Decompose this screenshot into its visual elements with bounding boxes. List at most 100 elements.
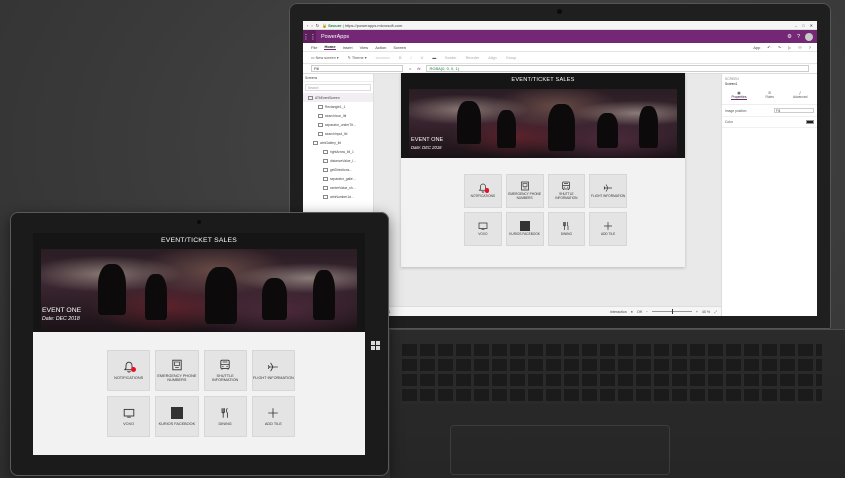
event-date: Date: DEC 2018 [411,144,442,150]
minimize-icon[interactable]: – [795,23,797,28]
color-row: Color [722,117,817,128]
tile-emergency-phone-numbers[interactable]: EMERGENCY PHONE NUMBERS [155,350,199,391]
notification-badge [484,188,490,193]
forward-icon[interactable]: › [311,23,312,28]
facebook-icon: f [519,221,530,232]
help-question-icon[interactable]: ? [809,45,811,50]
app-preview-laptop[interactable]: EVENT/TICKET SALES EVENT ONE Date: DEC 201… [401,73,685,267]
tree-node[interactable]: atmNumber1d… [303,192,373,201]
control-icon [318,104,323,109]
interaction-toggle[interactable]: ● [631,310,633,314]
underline-icon[interactable]: U [421,56,424,60]
bold-icon[interactable]: B [399,56,402,60]
undo-icon[interactable]: ↶ [767,45,770,50]
font-dropdown[interactable]: ▭▭▭▭ [376,55,390,60]
fork-knife-icon [219,407,231,419]
tile-flight-information[interactable]: FLIGHT INFORMATION [251,350,295,391]
zoom-slider[interactable] [651,309,692,314]
bell-icon [478,183,490,193]
event-date: Date: DEC 2018 [42,315,80,322]
tree-node[interactable]: searchIcon_lbl [303,111,373,120]
refresh-icon[interactable]: ↻ [316,23,319,28]
monitor-icon [123,407,135,419]
avatar[interactable] [805,32,813,41]
tree-node[interactable]: centerValue_sh… [303,183,373,192]
tile-voxo[interactable]: VOXO [464,212,502,246]
align-button[interactable]: Align [488,56,496,60]
zoom-out-icon[interactable]: − [646,310,648,314]
tree-node[interactable]: rightArrow_lbl_1 [303,147,373,156]
tab-action[interactable]: Action [375,45,386,50]
formula-input[interactable]: RGBA(0, 0, 0, 1) [426,65,809,72]
windows-logo-icon[interactable] [371,341,380,350]
app-launcher-icon[interactable]: ⋮⋮ [303,30,317,43]
properties-panel: SCREEN Screen1 ▦ Properties ☰ Rules ƒ Advan… [721,74,817,316]
tab-home[interactable]: Home [324,44,336,50]
tab-insert[interactable]: Insert [343,45,353,50]
notification-badge [131,367,137,373]
fx-icon[interactable]: fx [417,66,420,71]
settings-icon[interactable]: ⚙ [787,34,792,40]
redo-icon[interactable]: ↷ [778,45,781,50]
tile-dining[interactable]: DINING [203,396,247,437]
control-icon [323,149,328,154]
property-dropdown[interactable]: Fill [311,65,403,72]
event-banner: EVENT/TICKET SALES EVENT ONE Date: DEC 201… [401,73,685,158]
tab-advanced[interactable]: ƒ Advanced [793,91,808,100]
tile-kurios-facebook[interactable]: f KURIOS FACEBOOK [155,396,199,437]
tile-add-tile[interactable]: ADD TILE [251,396,295,437]
tile-flight-information[interactable]: FLIGHT INFORMATION [589,174,627,208]
new-screen-button[interactable]: ▭ New screen ▾ [311,55,339,60]
play-icon[interactable]: ▷ [788,45,791,50]
tile-emergency-phone-numbers[interactable]: EMERGENCY PHONE NUMBERS [505,174,544,208]
design-canvas[interactable]: EVENT/TICKET SALES EVENT ONE Date: DEC 201… [374,73,721,316]
tab-view[interactable]: View [360,45,369,50]
tile-notifications[interactable]: NOTIFICATIONS [107,350,151,391]
tree-node[interactable]: searchInput_lbl [303,129,373,138]
control-icon [308,95,313,100]
concert-photo [409,89,677,158]
back-icon[interactable]: ‹ [307,23,308,28]
tree-node[interactable]: atmGallery_lbl [303,138,373,147]
tree-node[interactable]: distanceValue_l… [303,156,373,165]
tile-shuttle-information[interactable]: SHUTTLE INFORMATION [547,174,586,208]
zoom-in-icon[interactable]: + [696,310,698,314]
border-button[interactable]: Border [445,56,456,60]
tab-file[interactable]: File [311,45,317,50]
tile-label: ADD TILE [600,232,616,237]
tab-properties[interactable]: ▦ Properties [731,91,747,100]
tile-shuttle-information[interactable]: SHUTTLE INFORMATION [203,350,247,391]
fill-icon[interactable]: ▬ [432,56,436,60]
tree-node[interactable]: getDirections… [303,165,373,174]
reorder-button[interactable]: Reorder [466,56,480,60]
control-icon [318,122,323,127]
app-checker-label[interactable]: App [753,45,760,50]
tab-rules[interactable]: ☰ Rules [765,91,773,100]
tile-add-tile[interactable]: ADD TILE [589,212,627,246]
italic-icon[interactable]: / [411,56,412,60]
group-button[interactable]: Group [506,56,517,60]
maximize-icon[interactable]: □ [802,23,804,28]
color-picker-icon[interactable] [806,120,814,124]
tree-search-input[interactable]: Search [305,84,371,91]
image-position-dropdown[interactable]: Fill [774,108,814,113]
tree-node[interactable]: separator_galle… [303,174,373,183]
fit-screen-icon[interactable]: ⤢ [714,310,717,314]
app-preview-tablet[interactable]: EVENT/TICKET SALES EVENT ONE Date: DEC 201… [33,233,365,455]
tree-node[interactable]: Rectangle1_1 [303,102,373,111]
close-icon[interactable]: ✕ [810,23,813,28]
tree-node[interactable]: ATbEventScreen [303,93,373,102]
tile-kurios-facebook[interactable]: f KURIOS FACEBOOK [505,212,544,246]
help-icon[interactable]: ? [797,34,800,40]
performer-silhouette [312,269,335,320]
theme-button[interactable]: ✎ Theme ▾ [348,55,367,60]
address-bar[interactable]: 🔒 Secure | https://powerapps.microsoft.c… [322,23,792,28]
tile-voxo[interactable]: VOXO [107,396,151,437]
tree-node[interactable]: separator_underTit… [303,120,373,129]
tile-dining[interactable]: DINING [547,212,586,246]
control-icon [318,113,323,118]
tile-notifications[interactable]: NOTIFICATIONS [464,174,502,208]
share-icon[interactable]: ⚇ [798,45,802,50]
tab-screen[interactable]: Screen [393,45,406,50]
performer-silhouette [262,278,288,320]
